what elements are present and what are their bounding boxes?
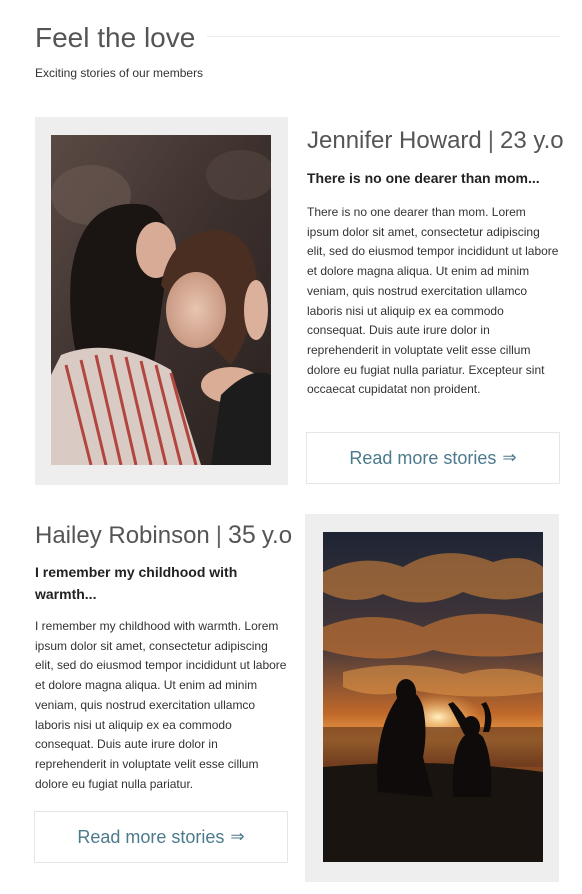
member-name: Jennifer Howard: [307, 127, 482, 154]
story-photo-frame: [305, 514, 559, 882]
story-headline: There is no one dearer than mom...: [307, 170, 540, 186]
stories-page: Feel the love Exciting stories of our me…: [0, 0, 582, 894]
story-text-1: Jennifer Howard | 23 y.o There is no one d…: [307, 126, 564, 400]
title-divider: [207, 36, 560, 37]
read-more-label: Read more stories: [77, 826, 225, 847]
story-body: I remember my childhood with warmth. Lor…: [35, 619, 287, 791]
member-name: Hailey Robinson: [35, 522, 210, 549]
name-separator: |: [215, 522, 222, 549]
story-body: There is no one dearer than mom. Lorem i…: [307, 205, 559, 397]
story-headline: I remember my childhood with warmth...: [35, 564, 238, 602]
read-more-button[interactable]: Read more stories ⇒: [306, 432, 560, 484]
member-age-unit: y.o: [261, 522, 293, 549]
section-title: Feel the love: [35, 22, 196, 53]
member-name-line: Hailey Robinson | 35 y.o: [35, 520, 292, 551]
member-age: 23 y.o: [499, 127, 564, 154]
name-separator: |: [487, 127, 494, 154]
arrow-right-icon: ⇒: [230, 827, 245, 846]
arrow-right-icon: ⇒: [502, 448, 517, 467]
story-text-2: Hailey Robinson | 35 y.o I remember my chil…: [35, 520, 292, 794]
member-age-number: 35: [228, 521, 256, 549]
story-photo-frame: [35, 117, 288, 485]
read-more-button[interactable]: Read more stories ⇒: [34, 811, 288, 863]
read-more-label: Read more stories: [349, 447, 497, 468]
sunset-beach-photo: [323, 532, 543, 862]
member-name-line: Jennifer Howard | 23 y.o: [307, 126, 564, 156]
section-subtitle: Exciting stories of our members: [35, 66, 204, 80]
mother-daughter-photo: [51, 135, 271, 465]
